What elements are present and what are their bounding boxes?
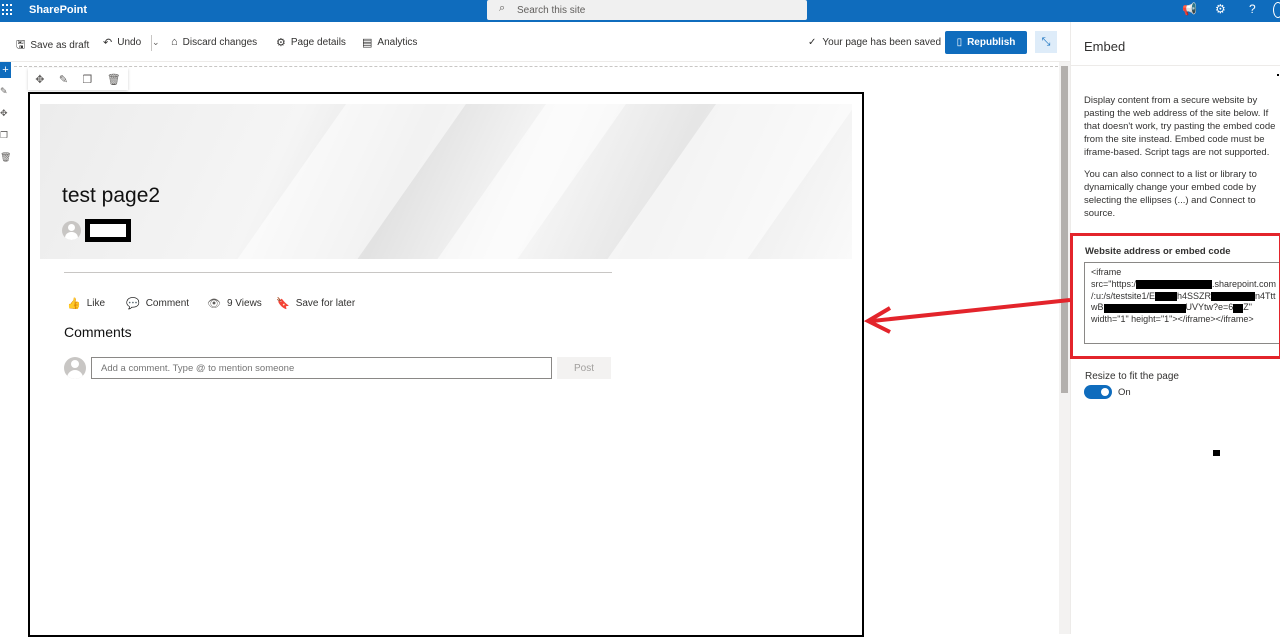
arrow-shaft [871,298,1071,323]
annotation-arrow [863,298,1071,334]
